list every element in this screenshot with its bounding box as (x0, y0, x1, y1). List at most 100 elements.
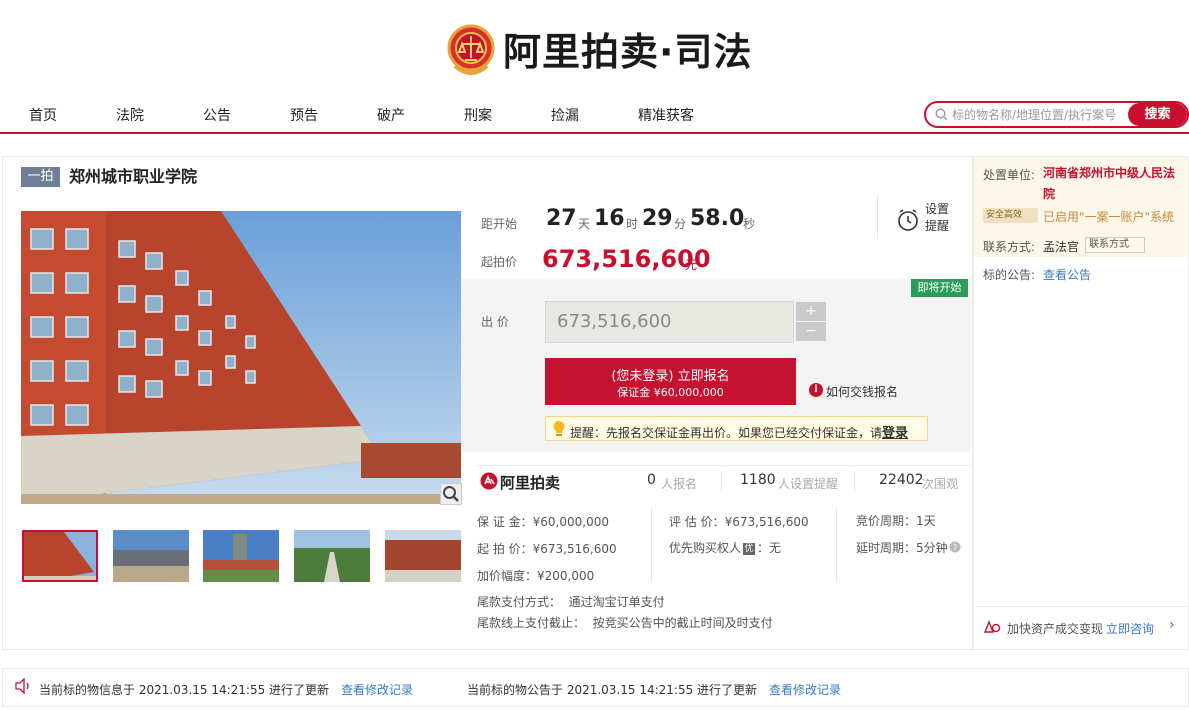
countdown-minutes: 29 (642, 206, 673, 231)
login-tip: 提醒：先报名交保证金再出价。如果您已经交付保证金，请登录 (545, 416, 928, 441)
notice-history-link[interactable]: 查看修改记录 (769, 681, 841, 698)
login-link[interactable]: 登录 (882, 426, 908, 441)
ali-auction-logo-icon (480, 472, 498, 490)
safety-badge: 安全高效 (983, 208, 1038, 223)
disposal-unit-value[interactable]: 河南省郑州市中级人民法院 (1043, 163, 1178, 205)
divider (721, 471, 722, 491)
nav-item-court[interactable]: 法院 (116, 105, 144, 125)
thumbnail-image (294, 530, 370, 582)
countdown-seconds-unit: 秒 (743, 217, 756, 231)
zoom-button[interactable] (440, 483, 462, 505)
notice-label: 标的公告: (983, 268, 1036, 282)
payment-method-info: 尾款支付方式： 通过淘宝订单支付 (477, 593, 665, 610)
divider (651, 508, 652, 582)
court-info-panel (973, 156, 1189, 650)
start-price-info: 起 拍 价：¥673,516,600 (477, 542, 617, 556)
thumbnail-1[interactable] (22, 530, 98, 582)
tip-text: 提醒：先报名交保证金再出价。如果您已经交付保证金，请登录 (570, 422, 908, 441)
countdown-days-unit: 天 (578, 217, 591, 231)
nav-item-preview[interactable]: 预告 (290, 105, 318, 125)
consult-link[interactable]: 立即咨询 (1106, 620, 1154, 637)
ali-auction-logo-text: 阿里拍卖 (500, 474, 561, 492)
info-history-link[interactable]: 查看修改记录 (341, 681, 413, 698)
register-deposit-label: 保证金 ¥60,000,000 (617, 386, 724, 399)
promo-text: 加快资产成交变现 (1007, 622, 1104, 636)
payment-method-label: 尾款支付方式： (477, 595, 562, 609)
bid-amount-input[interactable]: 673,516,600 (545, 301, 794, 343)
tip-message: 提醒：先报名交保证金再出价。如果您已经交付保证金，请 (570, 426, 883, 440)
nav-item-bargain[interactable]: 捡漏 (551, 105, 579, 125)
disposal-unit-label: 处置单位: (983, 168, 1036, 182)
main-lot-image[interactable] (21, 211, 461, 504)
thumbnail-5[interactable] (385, 530, 461, 582)
search-button[interactable]: 搜索 (1128, 103, 1187, 126)
priority-label: 优先购买权人 (669, 541, 742, 555)
register-button-label: (您未登录) 立即报名 (611, 369, 730, 384)
payment-deadline-info: 尾款线上支付截止： 按竞买公告中的截止时间及时支付 (477, 614, 773, 631)
alarm-clock-icon[interactable] (896, 208, 920, 232)
search-input[interactable] (952, 103, 1134, 126)
divider (474, 465, 971, 466)
priority-value: ：无 (757, 541, 782, 555)
payment-deadline-label: 尾款线上支付截止： (477, 616, 586, 630)
thumbnail-image (24, 532, 96, 580)
contact-button[interactable]: 联系方式 (1085, 237, 1145, 253)
deposit-info: 保 证 金：¥60,000,000 (477, 515, 609, 529)
bid-decrease-button[interactable]: − (796, 322, 826, 341)
bid-increase-button[interactable]: + (796, 302, 826, 321)
help-icon[interactable]: ? (949, 541, 961, 553)
views-unit: 次围观 (922, 477, 959, 491)
nav-item-home[interactable]: 首页 (29, 105, 57, 125)
countdown-label: 距开始 (481, 217, 518, 231)
status-badge: 即将开始 (911, 279, 968, 297)
lot-title: 郑州城市职业学院 (69, 167, 198, 186)
appraisal-info: 评 估 价：¥673,516,600 (669, 515, 809, 529)
countdown-hours: 16 (594, 206, 625, 231)
register-button[interactable]: (您未登录) 立即报名 保证金 ¥60,000,000 (545, 358, 796, 405)
start-price-label: 起拍价 (481, 255, 518, 269)
asset-promo-icon (983, 620, 1001, 633)
contact-value: 孟法官 (1043, 240, 1080, 254)
countdown-hours-unit: 时 (626, 217, 639, 231)
account-system-text[interactable]: 已启用"一案一账户"系统 (1043, 208, 1174, 225)
countdown-days: 27 (546, 206, 577, 231)
thumbnail-image (385, 530, 461, 582)
set-reminder-button[interactable]: 设置提醒 (925, 201, 955, 235)
brand-logo-text[interactable]: 阿里拍卖·司法 (503, 28, 752, 76)
thumbnail-image (203, 530, 279, 582)
lightbulb-icon (553, 421, 565, 436)
info-update-text: 当前标的物信息于 2021.03.15 14:21:55 进行了更新 (39, 683, 330, 697)
thumbnail-2[interactable] (113, 530, 189, 582)
countdown-seconds: 58.0 (690, 206, 745, 231)
reminders-unit: 人设置提醒 (778, 477, 839, 491)
bid-label: 出 价 (481, 315, 509, 329)
increment-info: 加价幅度：¥200,000 (477, 569, 595, 583)
chevron-right-icon[interactable]: › (1169, 617, 1175, 633)
divider (973, 606, 1189, 607)
views-count: 22402 (879, 472, 924, 488)
view-notice-link[interactable]: 查看公告 (1043, 266, 1091, 283)
thumbnail-3[interactable] (203, 530, 279, 582)
divider (877, 195, 878, 239)
payment-method-value: 通过淘宝订单支付 (568, 595, 665, 609)
svg-text:?: ? (953, 543, 957, 552)
extension-info: 延时周期：5分钟 (856, 541, 948, 555)
start-price-unit: 元 (685, 258, 698, 272)
how-to-pay-link[interactable]: 如何交钱报名 (826, 383, 898, 400)
priority-info: 优先购买权人优：无 (669, 539, 781, 556)
nav-item-precise[interactable]: 精准获客 (638, 105, 694, 125)
payment-deadline-value: 按竞买公告中的截止时间及时支付 (592, 616, 773, 630)
nav-item-criminal[interactable]: 刑案 (464, 105, 492, 125)
countdown-minutes-unit: 分 (674, 217, 687, 231)
info-icon: i (809, 383, 823, 397)
search-box: 搜索 (924, 101, 1189, 128)
magnifier-icon (443, 486, 459, 502)
nav-item-bankruptcy[interactable]: 破产 (377, 105, 405, 125)
divider (836, 508, 837, 582)
thumbnail-image (113, 530, 189, 582)
auction-round-badge: 一拍 (21, 167, 60, 187)
notice-update-text: 当前标的物公告于 2021.03.15 14:21:55 进行了更新 (467, 683, 758, 697)
thumbnail-4[interactable] (294, 530, 370, 582)
speaker-icon (15, 678, 29, 694)
nav-item-notice[interactable]: 公告 (203, 105, 231, 125)
